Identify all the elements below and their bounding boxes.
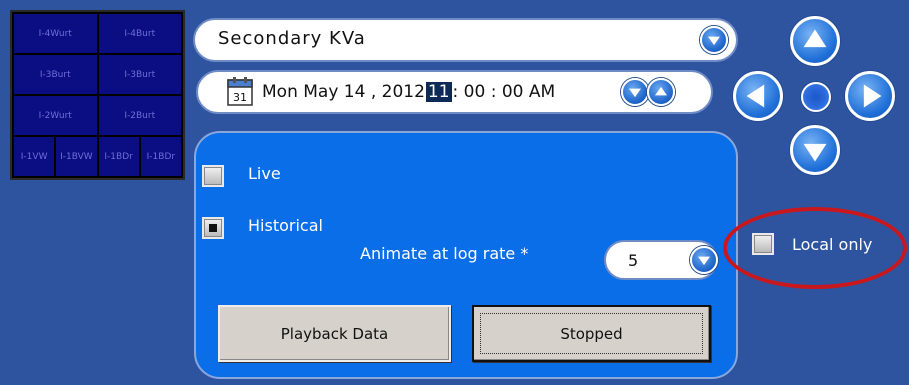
svg-text:31: 31 xyxy=(233,91,247,104)
pan-center-button[interactable] xyxy=(801,82,831,112)
arrow-left-icon xyxy=(746,84,765,108)
date-text: Mon May 14 , 2012 xyxy=(262,82,425,102)
rate-select-value: 5 xyxy=(628,251,639,270)
chevron-up-icon[interactable] xyxy=(647,78,675,106)
grid-cell[interactable]: I-4Burt xyxy=(98,14,181,53)
arrow-right-icon xyxy=(863,84,882,108)
metric-select-value: Secondary KVa xyxy=(218,28,366,49)
chevron-down-icon[interactable] xyxy=(621,78,649,106)
pan-up-button[interactable] xyxy=(790,16,840,66)
grid-cell[interactable]: I-2Burt xyxy=(98,96,181,135)
grid-row: I-4Wurt I-4Burt xyxy=(14,14,181,53)
grid-cell[interactable]: I-1BVW xyxy=(56,137,97,176)
historical-label: Historical xyxy=(248,216,323,235)
time-rest: : 00 : 00 AM xyxy=(452,82,556,102)
playback-data-label: Playback Data xyxy=(280,324,389,343)
grid-cell[interactable]: I-1BDr xyxy=(140,137,181,176)
grid-cell[interactable]: I-4Wurt xyxy=(14,14,97,53)
grid-cell[interactable]: I-1BDr xyxy=(98,137,139,176)
calendar-icon[interactable]: 31 xyxy=(227,76,253,106)
grid-row: I-1VW I-1BVW I-1BDr I-1BDr xyxy=(14,137,181,176)
arrow-down-icon xyxy=(803,143,827,162)
animate-rate-label: Animate at log rate * xyxy=(360,244,529,263)
grid-cell[interactable]: I-3Burt xyxy=(98,55,181,94)
grid-row: I-2Wurt I-2Burt xyxy=(14,96,181,135)
playback-data-button[interactable]: Playback Data xyxy=(218,305,451,362)
arrow-up-icon xyxy=(803,29,827,48)
datetime-value: Mon May 14 , 2012 11 : 00 : 00 AM xyxy=(262,82,555,102)
live-checkbox[interactable] xyxy=(202,165,224,187)
grid-row: I-3Burt I-3Burt xyxy=(14,55,181,94)
historical-checkbox[interactable] xyxy=(202,217,224,239)
annotation-ellipse xyxy=(723,207,907,289)
stopped-label: Stopped xyxy=(560,324,623,343)
zone-grid: I-4Wurt I-4Burt I-3Burt I-3Burt I-2Wurt … xyxy=(10,10,185,180)
grid-cell[interactable]: I-1VW xyxy=(14,137,55,176)
stopped-button[interactable]: Stopped xyxy=(472,305,711,362)
grid-cell[interactable]: I-3Burt xyxy=(14,55,97,94)
pan-right-button[interactable] xyxy=(845,71,895,121)
pan-down-button[interactable] xyxy=(790,125,840,175)
pan-left-button[interactable] xyxy=(733,71,783,121)
live-label: Live xyxy=(248,164,281,183)
chevron-down-icon[interactable] xyxy=(700,26,728,54)
grid-cell[interactable]: I-2Wurt xyxy=(14,96,97,135)
hour-field[interactable]: 11 xyxy=(425,82,452,102)
focus-rect: Stopped xyxy=(480,313,703,354)
chevron-down-icon[interactable] xyxy=(690,246,718,274)
